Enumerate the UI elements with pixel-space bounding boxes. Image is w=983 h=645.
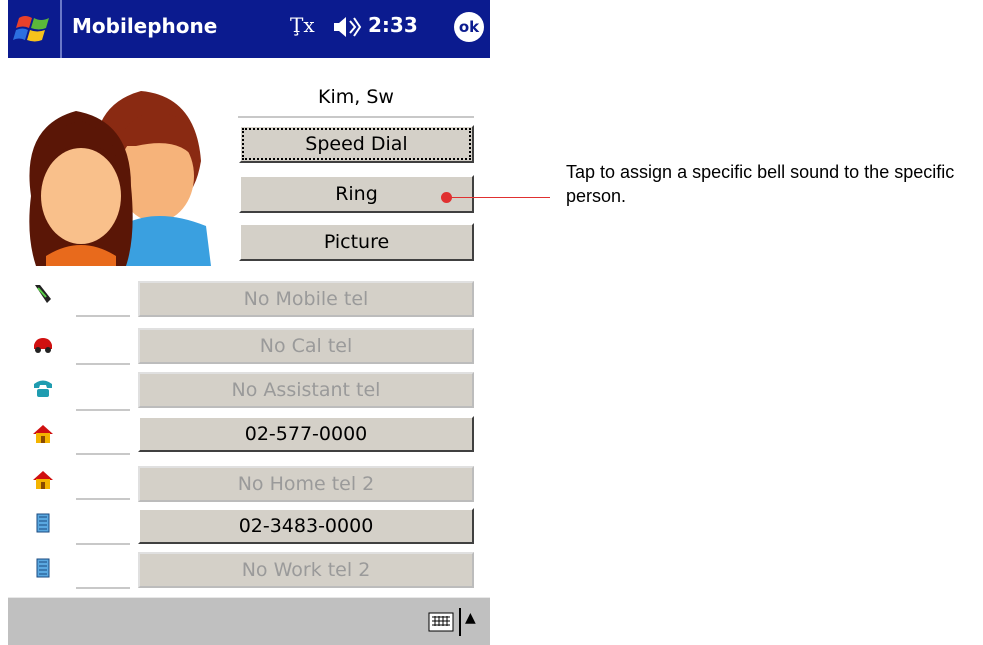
pocket-pc-screen: Mobilephone Ţx 2:33 ok Kim, Sw Speed Dia…	[8, 0, 490, 645]
title-bar: Mobilephone Ţx 2:33 ok	[8, 0, 490, 58]
home-tel-2-field: No Home tel 2	[138, 466, 474, 502]
assistant-tel-field: No Assistant tel	[138, 372, 474, 408]
mobile-tel-field: No Mobile tel	[138, 281, 474, 317]
keyboard-icon[interactable]	[428, 612, 454, 632]
start-button[interactable]	[8, 0, 62, 58]
phone-label-line	[76, 498, 130, 500]
signal-indicator-icon[interactable]: Ţx	[290, 13, 315, 37]
callout-line	[448, 197, 550, 198]
work-tel-field[interactable]: 02-3483-0000	[138, 508, 474, 544]
home-tel-field[interactable]: 02-577-0000	[138, 416, 474, 452]
work-building-icon	[36, 513, 50, 533]
speed-dial-button[interactable]: Speed Dial	[239, 125, 474, 163]
callout-text: Tap to assign a specific bell sound to t…	[566, 162, 955, 206]
ok-button[interactable]: ok	[454, 12, 484, 42]
contact-name: Kim, Sw	[238, 78, 474, 118]
phone-label-line	[76, 409, 130, 411]
work-tel-2-field: No Work tel 2	[138, 552, 474, 588]
sip-arrow-icon[interactable]: ▲	[465, 610, 476, 626]
phone-label-line	[76, 363, 130, 365]
picture-button[interactable]: Picture	[239, 223, 474, 261]
contact-picture	[29, 91, 211, 266]
volume-icon[interactable]	[332, 14, 362, 40]
phone-label-line	[76, 315, 130, 317]
assistant-phone-icon	[34, 380, 52, 397]
phone-label-line	[76, 453, 130, 455]
app-title: Mobilephone	[72, 14, 218, 38]
windows-flag-icon	[13, 16, 49, 42]
sip-separator	[459, 608, 461, 636]
phone-label-line	[76, 587, 130, 589]
car-icon	[34, 338, 52, 353]
phone-label-line	[76, 543, 130, 545]
ring-button[interactable]: Ring	[239, 175, 474, 213]
callout-dot	[441, 192, 452, 203]
work-building-icon	[36, 558, 50, 578]
car-tel-field: No Cal tel	[138, 328, 474, 364]
home-icon	[33, 425, 53, 443]
clock[interactable]: 2:33	[368, 13, 418, 37]
menu-bar: ▲	[8, 597, 490, 645]
home-icon	[33, 471, 53, 489]
mobile-phone-icon	[35, 285, 51, 303]
